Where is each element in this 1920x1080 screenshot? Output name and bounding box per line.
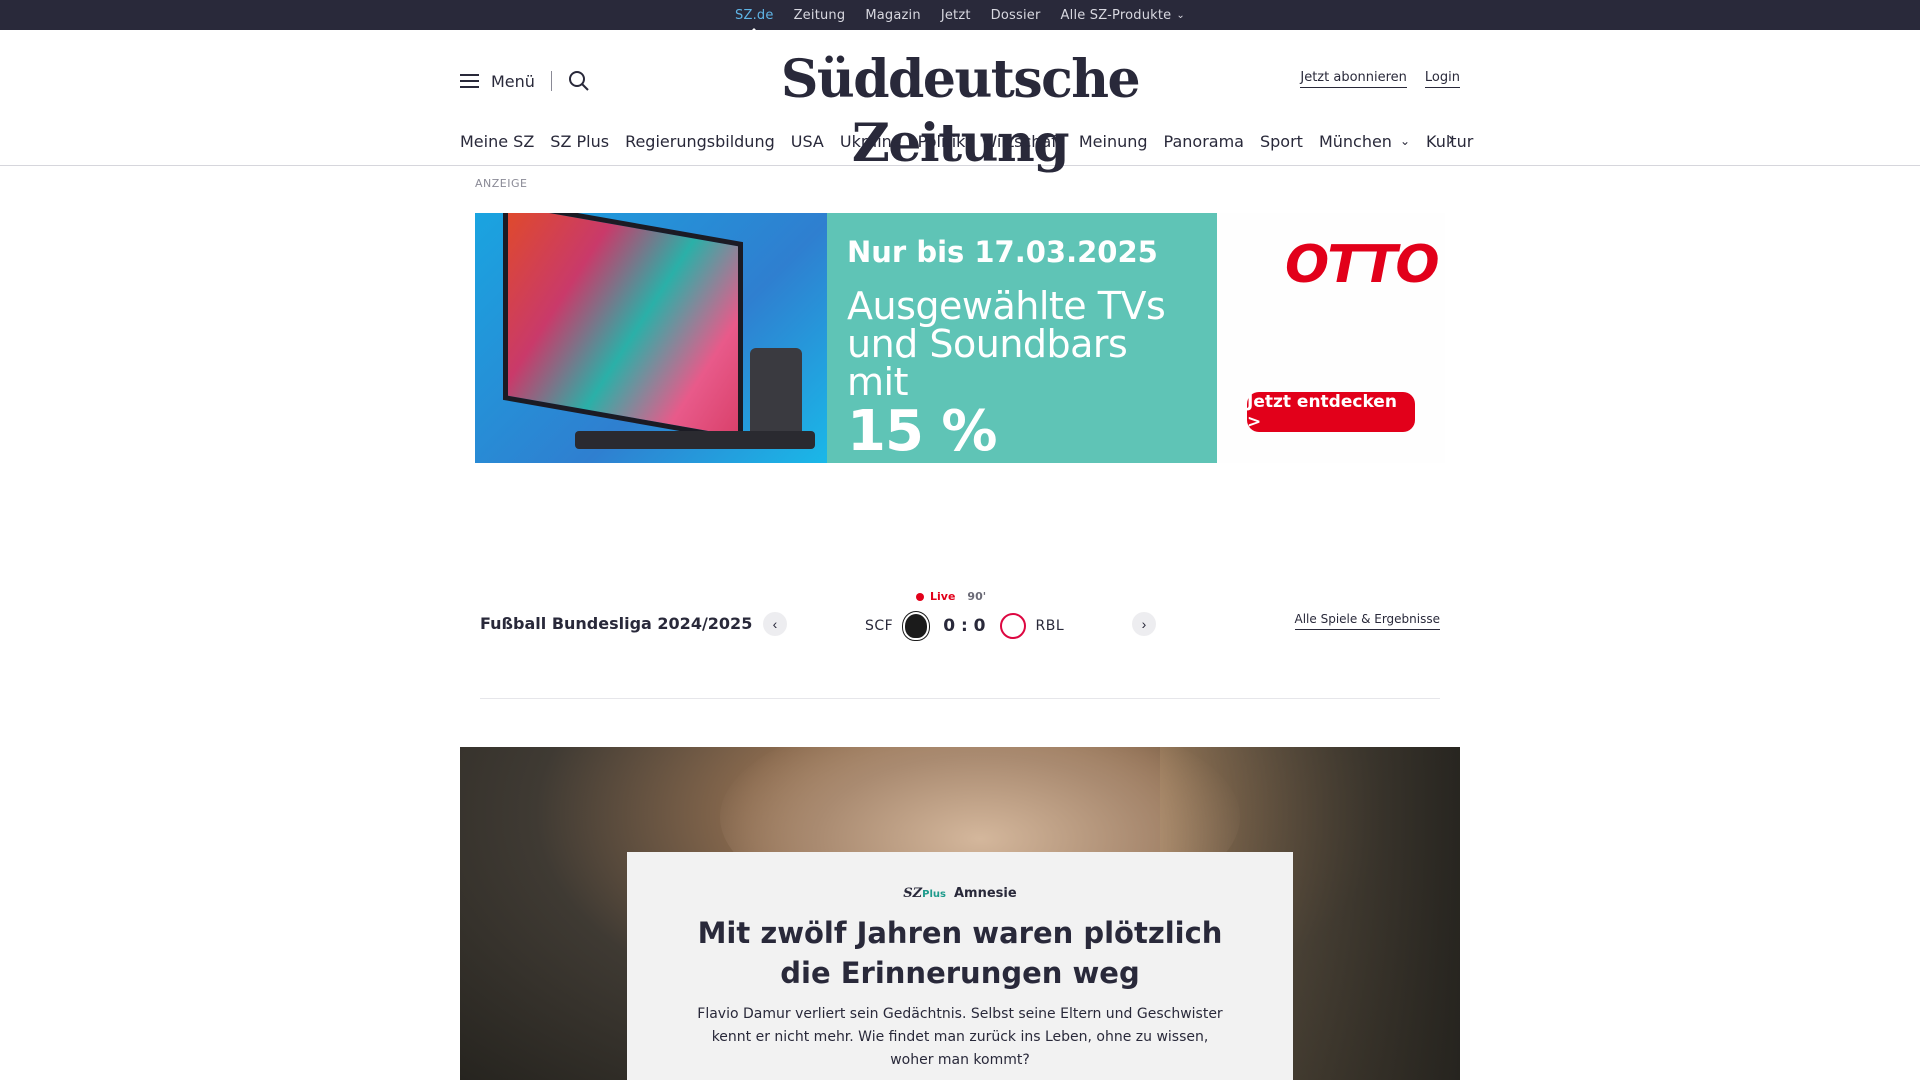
menu-separator xyxy=(550,71,552,91)
live-dot-icon xyxy=(916,592,924,601)
match-result: 0 : 0 xyxy=(943,616,986,636)
hero-card[interactable]: SZPlus Amnesie Mit zwölf Jahren waren pl… xyxy=(627,852,1293,1080)
nav-item-sport[interactable]: Sport xyxy=(1252,132,1311,151)
scoreboard: Fußball Bundesliga 2024/2025 ‹ Live 90' … xyxy=(480,590,1440,650)
nav-item-usa[interactable]: USA xyxy=(783,132,832,151)
topbar-link-alle-produkte-label: Alle SZ-Produkte xyxy=(1060,7,1172,23)
header-links: Jetzt abonnieren Login xyxy=(1300,70,1460,88)
away-team: RBL xyxy=(1035,618,1065,634)
ad-cta-button[interactable]: Jetzt entdecken > xyxy=(1247,392,1415,432)
nav-item-panorama[interactable]: Panorama xyxy=(1156,132,1252,151)
hero-headline[interactable]: Mit zwölf Jahren waren plötzlich die Eri… xyxy=(627,913,1293,993)
nav-item-muenchen-label: München xyxy=(1318,131,1392,151)
topbar-link-alle-produkte[interactable]: Alle SZ-Produkte ⌄ xyxy=(1061,8,1185,23)
scoreboard-divider xyxy=(480,698,1440,699)
ad-brand-panel: OTTO Jetzt entdecken > xyxy=(1217,213,1445,463)
ad-banner[interactable]: Nur bis 17.03.2025 Ausgewählte TVs und S… xyxy=(475,213,1445,463)
ad-line-1: Ausgewählte TVs xyxy=(847,284,1166,328)
topbar-link-magazin[interactable]: Magazin xyxy=(865,8,920,23)
sz-plus-label: Plus xyxy=(922,889,946,900)
ad-discount: 15 % Rabatt xyxy=(847,399,1054,464)
league-title: Fußball Bundesliga 2024/2025 xyxy=(480,614,753,633)
live-indicator: Live 90' xyxy=(916,590,986,603)
login-link[interactable]: Login xyxy=(1424,70,1460,88)
nav-item-wirtschaft[interactable]: Wirtschaft xyxy=(973,132,1070,151)
nav-item-politik[interactable]: Politik xyxy=(910,132,974,151)
topbar-link-dossier[interactable]: Dossier xyxy=(991,8,1041,23)
nav-next-icon[interactable]: › xyxy=(1448,129,1454,150)
site-header: Menü Süddeutsche Zeitung Jetzt abonniere… xyxy=(0,30,1920,174)
nav-item-regierungsbildung[interactable]: Regierungsbildung xyxy=(617,132,783,151)
ad-product-image xyxy=(475,213,827,463)
topbar-link-jetzt[interactable]: Jetzt xyxy=(941,8,971,23)
nav-item-muenchen[interactable]: München ⌄ xyxy=(1311,132,1418,151)
ad-label: ANZEIGE xyxy=(475,177,528,190)
nav-item-sz-plus[interactable]: SZ Plus xyxy=(542,132,617,151)
hero-kicker: SZPlus Amnesie xyxy=(627,886,1293,901)
search-icon[interactable] xyxy=(568,70,590,92)
ad-line-2: und Soundbars mit xyxy=(847,322,1128,404)
match-minute: 90' xyxy=(967,590,987,603)
chevron-right-icon[interactable]: › xyxy=(1132,612,1156,636)
chevron-down-icon: ⌄ xyxy=(1399,134,1411,148)
hamburger-icon xyxy=(460,74,479,88)
chevron-down-icon: ⌄ xyxy=(1176,9,1185,21)
scf-crest-icon xyxy=(903,612,930,640)
match-row[interactable]: SCF 0 : 0 RBL xyxy=(865,612,1064,640)
tv-image xyxy=(503,213,743,443)
chevron-left-icon[interactable]: ‹ xyxy=(763,612,787,636)
menu-button[interactable]: Menü xyxy=(460,70,590,92)
nav-item-meinung[interactable]: Meinung xyxy=(1071,132,1156,151)
menu-label: Menü xyxy=(491,71,535,91)
ad-date: Nur bis 17.03.2025 xyxy=(847,235,1158,269)
kicker-label: Amnesie xyxy=(954,886,1017,901)
topbar-link-szde[interactable]: SZ.de xyxy=(735,8,774,34)
soundbar-image xyxy=(575,431,815,449)
hero-teaser-text: Flavio Damur verliert sein Gedächtnis. S… xyxy=(697,1006,1223,1068)
sz-plus-badge: SZPlus xyxy=(903,886,946,901)
all-results-link[interactable]: Alle Spiele & Ergebnisse xyxy=(1294,612,1440,630)
top-bar: SZ.de Zeitung Magazin Jetzt Dossier Alle… xyxy=(0,0,1920,34)
live-label: Live xyxy=(930,590,956,603)
main-nav: Meine SZ SZ Plus Regierungsbildung USA U… xyxy=(460,129,1473,153)
subwoofer-image xyxy=(750,348,802,438)
ad-text-panel: Nur bis 17.03.2025 Ausgewählte TVs und S… xyxy=(827,213,1217,463)
nav-item-meine-sz[interactable]: Meine SZ xyxy=(460,132,542,151)
sz-plus-sz: SZ xyxy=(903,886,923,901)
otto-logo: OTTO xyxy=(1285,235,1440,295)
topbar-link-zeitung[interactable]: Zeitung xyxy=(794,8,846,23)
site-logo[interactable]: Süddeutsche Zeitung xyxy=(720,48,1200,176)
home-team: SCF xyxy=(865,618,894,634)
hero-teaser[interactable]: SZPlus Amnesie Mit zwölf Jahren waren pl… xyxy=(460,747,1460,1080)
rbl-crest-icon xyxy=(999,613,1026,639)
nav-item-ukraine[interactable]: Ukraine xyxy=(832,132,910,151)
subscribe-link[interactable]: Jetzt abonnieren xyxy=(1300,70,1407,88)
